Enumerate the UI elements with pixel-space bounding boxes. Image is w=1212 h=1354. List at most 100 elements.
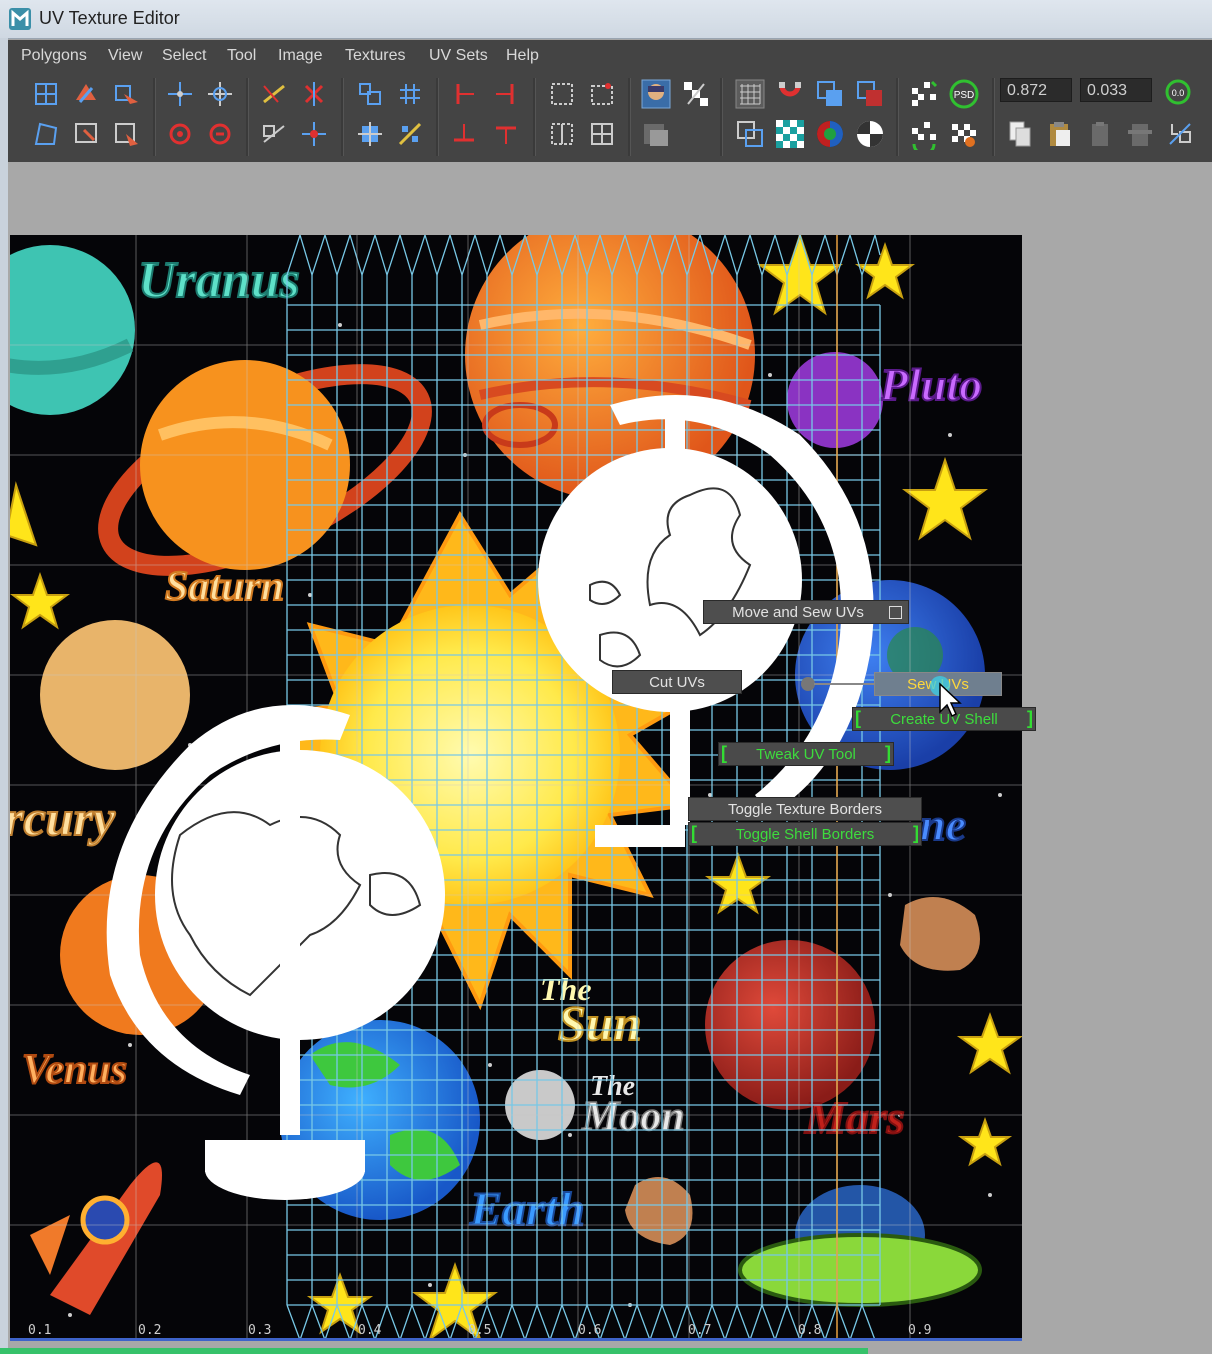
pixel-snap-icon[interactable] (774, 78, 806, 110)
rocket (30, 1162, 162, 1315)
option-box-icon[interactable] (889, 606, 902, 619)
bracket-right: ] (913, 823, 919, 843)
bracket-right: ] (885, 743, 891, 763)
toolbar-separator (153, 78, 156, 156)
menu-polygons[interactable]: Polygons (21, 47, 87, 65)
toolbar-separator (246, 78, 249, 156)
pluto-label: Pluto (879, 359, 982, 410)
layout-uvs-icon[interactable] (586, 118, 618, 150)
shade-uvs-icon[interactable] (814, 78, 846, 110)
maya-app-icon (9, 8, 31, 30)
sun-label: Sun (558, 995, 641, 1051)
menu-select[interactable]: Select (162, 47, 206, 65)
update-psd-icon[interactable] (908, 78, 940, 110)
bracket-left: [ (855, 708, 861, 728)
grid-uvs-icon[interactable] (546, 78, 578, 110)
toolbar: PSD 0.872 0.033 0.0 (8, 72, 1212, 163)
paste-u-icon[interactable] (1084, 118, 1116, 150)
u-axis-label: 0.4 (358, 1323, 382, 1338)
copy-uvs-icon[interactable] (1004, 118, 1036, 150)
menu-tool[interactable]: Tool (227, 47, 256, 65)
move-icon[interactable] (164, 78, 196, 110)
u-axis-label: 0.9 (908, 1323, 932, 1338)
ufo (738, 1185, 982, 1307)
u-axis-label: 0.2 (138, 1323, 162, 1338)
mercury-planet (40, 620, 190, 770)
align-min-u-icon[interactable] (448, 78, 480, 110)
toolbar-separator (720, 78, 723, 156)
merge-uvs-icon[interactable] (298, 118, 330, 150)
uv-grid-select-icon[interactable] (30, 78, 62, 110)
u-value-field[interactable]: 0.872 (1000, 78, 1072, 102)
menu-view[interactable]: View (108, 47, 142, 65)
bracket-left: [ (721, 743, 727, 763)
rotate-icon[interactable] (204, 78, 236, 110)
menu-textures[interactable]: Textures (345, 47, 405, 65)
dim-image-icon[interactable] (680, 78, 712, 110)
toggle-filter-icon[interactable] (854, 78, 886, 110)
sew-edges-icon[interactable] (258, 118, 290, 150)
mouse-cursor-icon (930, 676, 962, 718)
cut-uvs-item[interactable]: Cut UVs (612, 670, 742, 694)
layout-icon[interactable] (394, 78, 426, 110)
select-overlap-icon[interactable] (110, 118, 142, 150)
align-min-v-icon[interactable] (448, 118, 480, 150)
cut-uv-edges-icon[interactable] (258, 78, 290, 110)
venus-label: Venus (22, 1047, 127, 1093)
paste-v-icon[interactable] (1124, 118, 1156, 150)
rgb-channels-icon[interactable] (814, 118, 846, 150)
cut-sew-icon[interactable] (546, 118, 578, 150)
split-uvs-icon[interactable] (298, 78, 330, 110)
uv-texture-image[interactable]: Uranus Saturn Pluto rcury ne Venus The S… (10, 235, 1022, 1340)
refresh-values-icon[interactable]: 0.0 (1162, 76, 1194, 108)
v-value-field[interactable]: 0.033 (1080, 78, 1152, 102)
move-and-sew-label: Move and Sew UVs (732, 604, 864, 621)
normalize-icon[interactable] (394, 118, 426, 150)
u-axis-label: 0.6 (578, 1323, 602, 1338)
image-ratio-icon[interactable] (640, 118, 672, 150)
move-uv-shell-icon[interactable] (110, 78, 142, 110)
move-and-sew-uvs-item[interactable]: Move and Sew UVs (703, 600, 909, 624)
cycle-uvs-icon[interactable] (1164, 118, 1196, 150)
align-max-v-icon[interactable] (490, 118, 522, 150)
menu-uv-sets[interactable]: UV Sets (429, 47, 488, 65)
distort-uv-icon[interactable] (30, 118, 62, 150)
rotate-cw-icon[interactable] (204, 118, 236, 150)
display-image-icon[interactable] (640, 78, 672, 110)
u-axis-label: 0.3 (248, 1323, 272, 1338)
window-frame (0, 38, 8, 1354)
u-axis-label: 0.7 (688, 1323, 712, 1338)
toggle-texture-borders-item[interactable]: Toggle Texture Borders (688, 797, 922, 821)
toggle-shell-borders-item[interactable]: [ Toggle Shell Borders ] (688, 822, 922, 846)
align-max-u-icon[interactable] (490, 78, 522, 110)
toolbar-separator (992, 78, 995, 156)
tweak-uv-tool-item[interactable]: [ Tweak UV Tool ] (718, 742, 894, 766)
menu-image[interactable]: Image (278, 47, 322, 65)
asteroid (625, 1177, 693, 1245)
unfold-icon[interactable] (354, 78, 386, 110)
refresh-texture-icon[interactable] (908, 118, 940, 150)
snapshot-icon[interactable] (586, 78, 618, 110)
asteroid (900, 897, 980, 971)
title-bar: UV Texture Editor (0, 0, 1212, 39)
menu-help[interactable]: Help (506, 47, 539, 65)
paste-uvs-icon[interactable] (1044, 118, 1076, 150)
menu-bar: Polygons View Select Tool Image Textures… (8, 40, 1212, 72)
checker-map-icon[interactable] (774, 118, 806, 150)
toggle-grid-icon[interactable] (734, 78, 766, 110)
alpha-channel-icon[interactable] (854, 118, 886, 150)
rotate-ccw-icon[interactable] (164, 118, 196, 150)
psd-network-icon[interactable]: PSD (948, 78, 980, 110)
mars-planet (705, 940, 875, 1110)
uranus-planet (10, 245, 135, 415)
u-axis-label: 0.1 (28, 1323, 52, 1338)
mars-label: Mars (804, 1092, 905, 1143)
saturn-label: Saturn (165, 564, 284, 610)
uv-distortion-icon[interactable] (734, 118, 766, 150)
texture-tiling-icon[interactable] (948, 118, 980, 150)
toolbar-separator (436, 78, 439, 156)
flip-uv-icon[interactable] (70, 78, 102, 110)
select-shell-icon[interactable] (70, 118, 102, 150)
toolbar-separator (628, 78, 631, 156)
optimize-icon[interactable] (354, 118, 386, 150)
